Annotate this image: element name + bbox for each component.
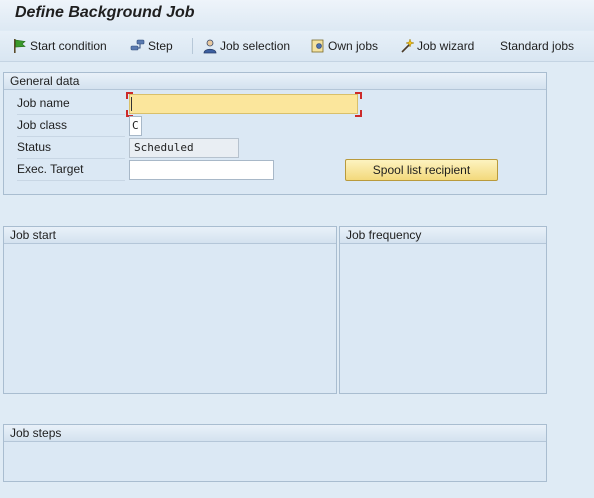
job-steps-title: Job steps	[10, 426, 62, 440]
page-title: Define Background Job	[15, 4, 195, 21]
job-name-input[interactable]	[129, 94, 358, 114]
general-data-header: General data	[4, 73, 546, 90]
toolbar-separator	[192, 38, 193, 54]
step-label: Step	[148, 39, 173, 53]
own-jobs-icon	[311, 39, 324, 53]
step-icon	[130, 39, 145, 51]
job-class-input[interactable]: C	[129, 116, 142, 136]
wand-icon	[401, 38, 415, 53]
job-wizard-label: Job wizard	[417, 39, 475, 53]
required-marker-tr	[355, 92, 362, 99]
required-marker-br	[355, 110, 362, 117]
job-steps-panel: Job steps	[3, 424, 547, 482]
job-class-label: Job class	[17, 116, 125, 137]
title-bar: Define Background Job	[0, 0, 594, 30]
job-selection-label: Job selection	[220, 39, 291, 53]
job-frequency-panel: Job frequency	[339, 226, 547, 394]
status-label: Status	[17, 138, 125, 159]
job-steps-header: Job steps	[4, 425, 546, 442]
exec-target-input[interactable]	[129, 160, 274, 180]
own-jobs-label: Own jobs	[328, 39, 379, 53]
job-frequency-title: Job frequency	[346, 228, 422, 242]
person-icon	[203, 39, 217, 54]
job-start-panel: Job start	[3, 226, 337, 394]
start-condition-label: Start condition	[30, 39, 107, 53]
job-frequency-header: Job frequency	[340, 227, 546, 244]
job-start-title: Job start	[10, 228, 57, 242]
text-cursor	[131, 97, 132, 111]
status-field: Scheduled	[129, 138, 239, 158]
job-name-label: Job name	[17, 94, 125, 115]
job-start-header: Job start	[4, 227, 336, 244]
general-data-title: General data	[10, 74, 80, 88]
exec-target-label: Exec. Target	[17, 160, 125, 181]
spool-list-recipient-button[interactable]: Spool list recipient	[345, 159, 498, 181]
flag-icon	[14, 39, 26, 53]
standard-jobs-label: Standard jobs	[500, 39, 575, 53]
